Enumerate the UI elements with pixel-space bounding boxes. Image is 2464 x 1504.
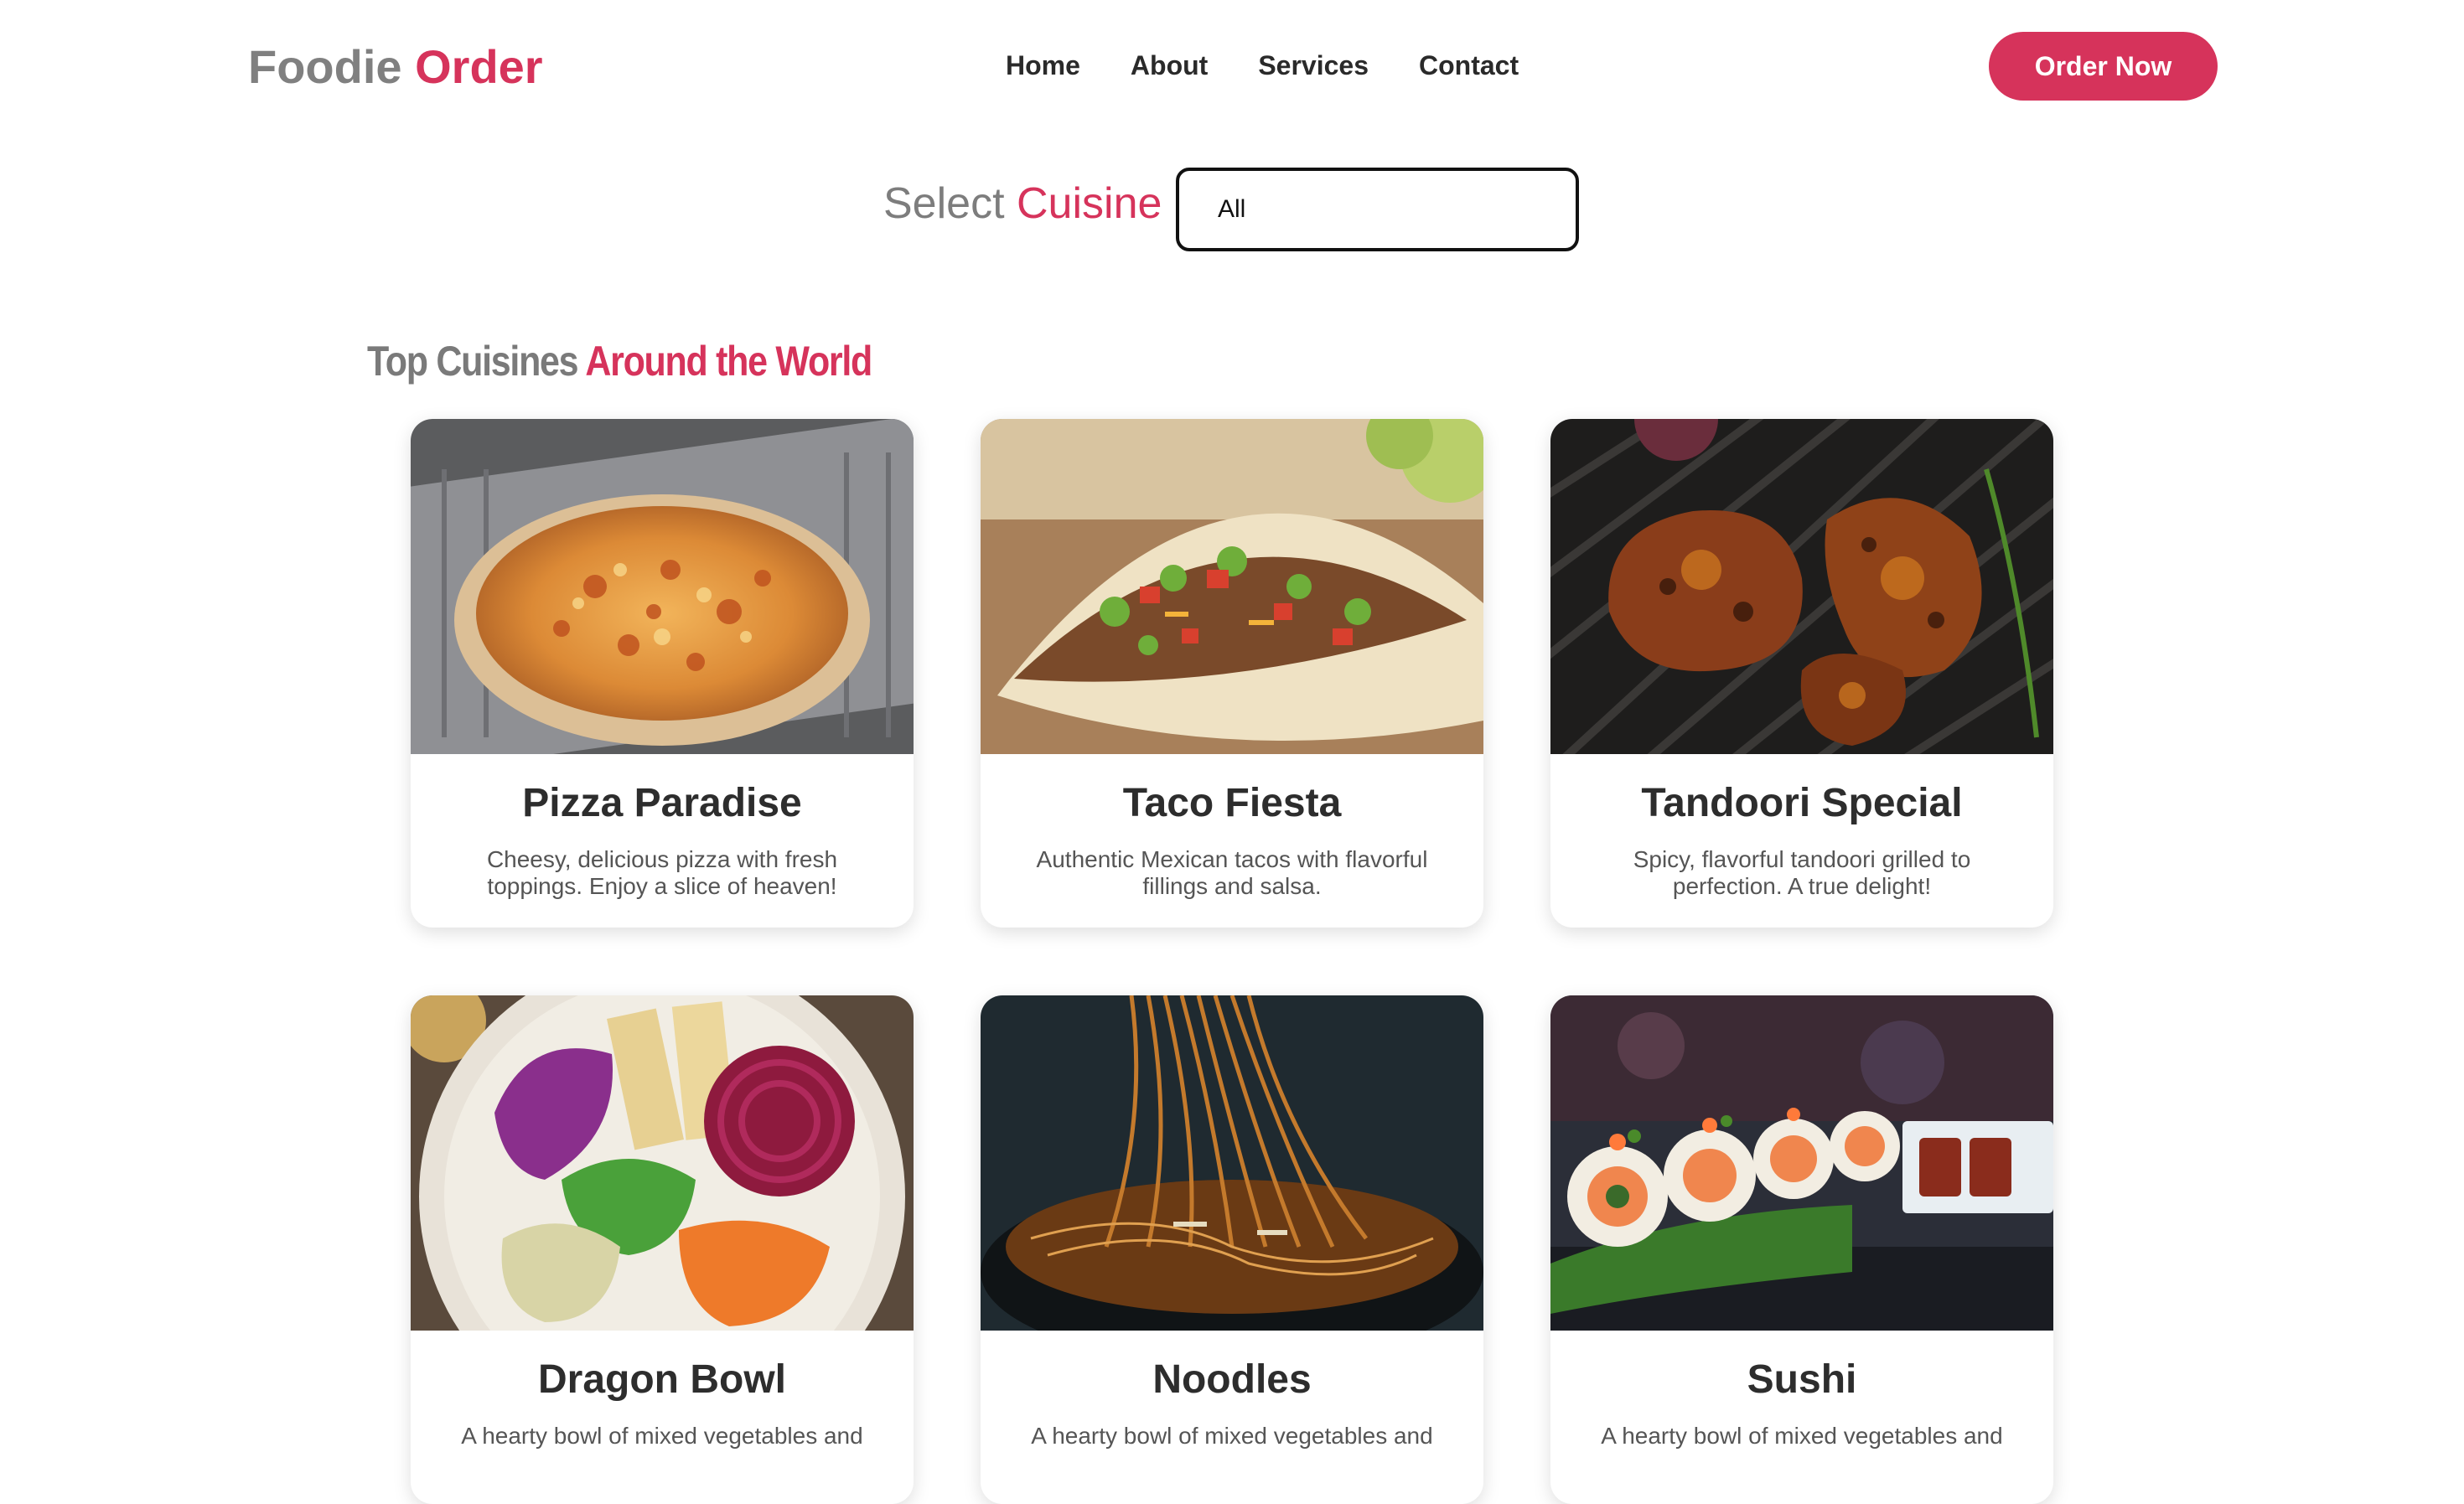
section-title: Top Cuisines Around the World [367,332,872,390]
logo-part-1: Foodie [248,40,402,93]
card-description: Spicy, flavorful tandoori grilled to per… [1633,846,1971,899]
cuisine-card-pizza-paradise[interactable]: Pizza Paradise Cheesy, delicious pizza w… [411,419,914,928]
card-description: Authentic Mexican tacos with flavorful f… [1036,846,1428,899]
card-description: A hearty bowl of mixed vegetables and [1601,1423,2003,1449]
select-label-part-2: Cuisine [1016,179,1162,228]
nav-link-home[interactable]: Home [1006,47,1080,84]
card-title: Pizza Paradise [522,781,802,825]
card-description: Cheesy, delicious pizza with fresh toppi… [486,846,838,899]
card-title: Noodles [1152,1357,1312,1402]
card-title: Sushi [1747,1357,1857,1402]
cuisine-card-tandoori-special[interactable]: Tandoori Special Spicy, flavorful tandoo… [1550,419,2053,928]
cuisine-card-taco-fiesta[interactable]: Taco Fiesta Authentic Mexican tacos with… [981,419,1483,928]
card-title: Tandoori Special [1641,781,1963,825]
site-header: Foodie Order Home About Services Contact… [0,0,2464,134]
logo[interactable]: Foodie Order [248,35,543,99]
cuisine-select[interactable]: All [1176,168,1579,251]
noodles-photo [981,995,1483,1331]
logo-part-2: Order [415,40,543,93]
section-title-part-1: Top Cuisines [367,338,579,385]
tandoori-chicken-photo [1550,419,2053,754]
section-title-part-2: Around the World [585,338,872,385]
cuisine-card-sushi[interactable]: Sushi A hearty bowl of mixed vegetables … [1550,995,2053,1504]
cuisine-select-value: All [1218,195,1246,223]
card-description: A hearty bowl of mixed vegetables and [1031,1423,1433,1449]
sushi-photo [1550,995,2053,1331]
cuisine-card-dragon-bowl[interactable]: Dragon Bowl A hearty bowl of mixed veget… [411,995,914,1504]
cuisine-select-label: Select Cuisine [883,174,1162,233]
veggie-bowl-photo [411,995,914,1331]
pizza-photo [411,419,914,754]
cuisine-card-noodles[interactable]: Noodles A hearty bowl of mixed vegetable… [981,995,1483,1504]
order-now-button[interactable]: Order Now [1989,32,2218,101]
select-label-part-1: Select [883,179,1005,228]
main-nav: Home About Services Contact [1006,47,1519,84]
nav-link-about[interactable]: About [1131,47,1208,84]
taco-photo [981,419,1483,754]
card-description: A hearty bowl of mixed vegetables and [461,1423,863,1449]
card-title: Taco Fiesta [1122,781,1342,825]
card-title: Dragon Bowl [538,1357,786,1402]
nav-link-services[interactable]: Services [1258,47,1369,84]
nav-link-contact[interactable]: Contact [1419,47,1519,84]
